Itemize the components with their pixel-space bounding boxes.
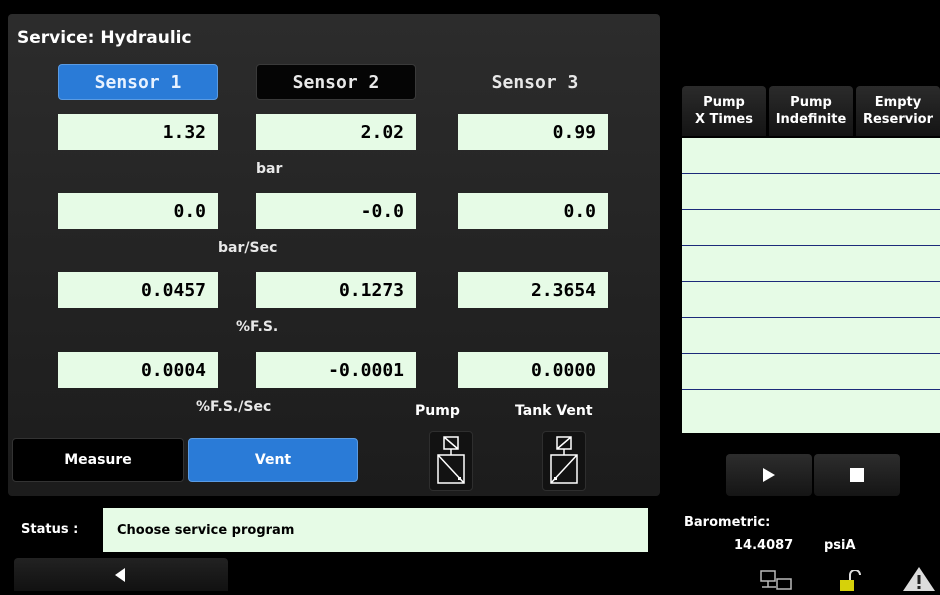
- barometric-value: 14.4087: [734, 538, 794, 553]
- tab-sensor-2[interactable]: Sensor 2: [256, 64, 416, 100]
- rate-unit-label: bar/Sec: [218, 240, 278, 256]
- list-item[interactable]: [682, 354, 940, 390]
- tab-pump-x-times[interactable]: Pump X Times: [682, 86, 766, 136]
- valve-icon: [437, 436, 465, 484]
- tab-sensor-1[interactable]: Sensor 1: [58, 64, 218, 100]
- list-item[interactable]: [682, 246, 940, 282]
- sensor-2-fs-value: 0.1273: [256, 272, 416, 308]
- sensor-3-fs-rate-value: 0.0000: [458, 352, 608, 388]
- pump-valve-label: Pump: [415, 403, 460, 419]
- unlock-icon[interactable]: [838, 569, 862, 595]
- stop-icon: [850, 468, 864, 482]
- sensor-1-fs-rate-value: 0.0004: [58, 352, 218, 388]
- tab-label-line2: X Times: [695, 112, 753, 127]
- tab-label-line2: Indefinite: [775, 112, 847, 127]
- sensor-3-rate-value: 0.0: [458, 193, 608, 229]
- sensor-2-rate-value: -0.0: [256, 193, 416, 229]
- status-label: Status :: [21, 522, 79, 537]
- list-item[interactable]: [682, 390, 940, 426]
- stop-button[interactable]: [814, 454, 900, 496]
- sensor-3-pressure-value: 0.99: [458, 114, 608, 150]
- valve-icon: [550, 436, 578, 484]
- fs-unit-label: %F.S.: [236, 319, 279, 335]
- barometric-unit: psiA: [824, 538, 856, 553]
- list-item[interactable]: [682, 282, 940, 318]
- tab-label-line1: Pump: [703, 95, 745, 110]
- tank-vent-valve-toggle[interactable]: [542, 431, 586, 491]
- play-button[interactable]: [726, 454, 812, 496]
- sensor-1-pressure-value: 1.32: [58, 114, 218, 150]
- list-item[interactable]: [682, 174, 940, 210]
- tab-empty-reservior[interactable]: Empty Reservior: [856, 86, 940, 136]
- back-button[interactable]: [14, 558, 228, 591]
- status-field: Choose service program: [103, 508, 648, 552]
- network-icon[interactable]: [760, 570, 794, 595]
- fs-rate-unit-label: %F.S./Sec: [196, 399, 272, 415]
- sensor-1-fs-value: 0.0457: [58, 272, 218, 308]
- tank-vent-valve-label: Tank Vent: [515, 403, 593, 419]
- back-arrow-icon: [115, 567, 125, 582]
- pressure-unit-label: bar: [256, 161, 283, 177]
- list-item[interactable]: [682, 210, 940, 246]
- tab-label-line2: Reservior: [862, 112, 934, 127]
- sensor-2-fs-rate-value: -0.0001: [256, 352, 416, 388]
- tab-sensor-3[interactable]: Sensor 3: [455, 64, 615, 100]
- tab-label-line1: Pump: [790, 95, 832, 110]
- pump-program-list[interactable]: [682, 138, 940, 433]
- pump-valve-toggle[interactable]: [429, 431, 473, 491]
- list-item[interactable]: [682, 138, 940, 174]
- sensor-3-fs-value: 2.3654: [458, 272, 608, 308]
- barometric-label: Barometric:: [684, 515, 771, 530]
- sensor-2-pressure-value: 2.02: [256, 114, 416, 150]
- sensor-1-rate-value: 0.0: [58, 193, 218, 229]
- vent-button[interactable]: Vent: [188, 438, 358, 482]
- tab-label-line1: Empty: [874, 95, 922, 110]
- list-item[interactable]: [682, 318, 940, 354]
- measure-button[interactable]: Measure: [12, 438, 184, 482]
- play-icon: [763, 468, 775, 482]
- tab-pump-indefinite[interactable]: Pump Indefinite: [769, 86, 853, 136]
- page-title: Service: Hydraulic: [17, 28, 192, 48]
